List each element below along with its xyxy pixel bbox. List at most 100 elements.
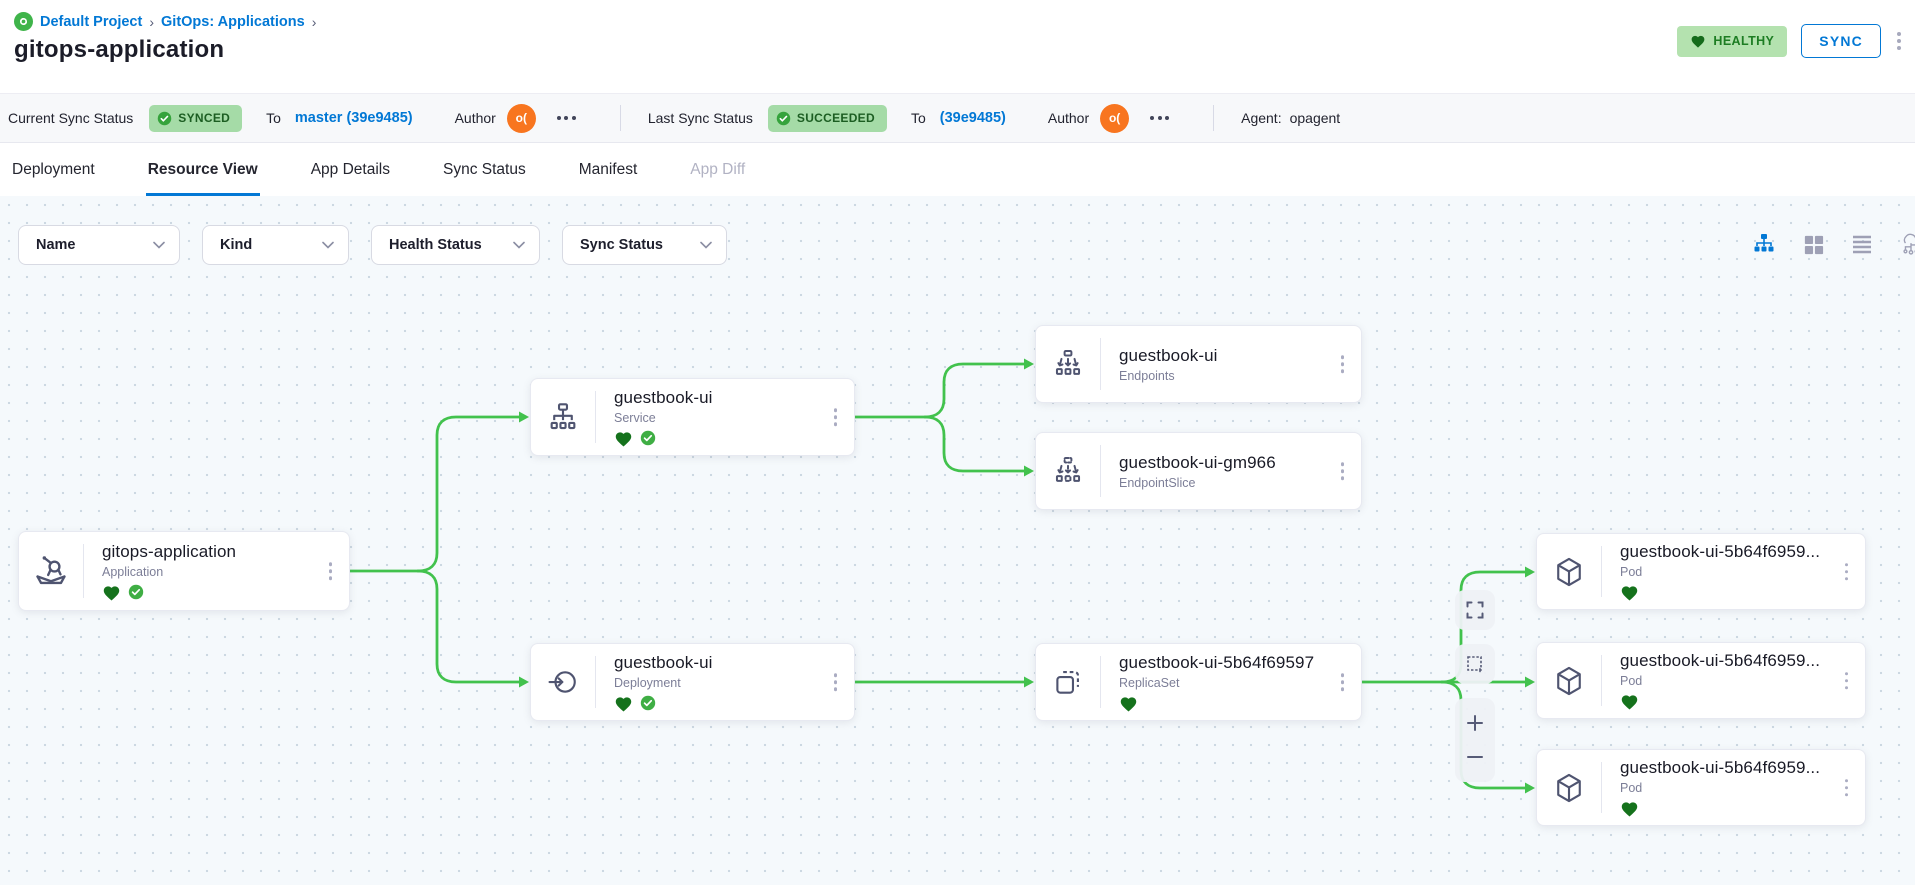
replicaset-icon bbox=[1036, 644, 1100, 720]
node-title: guestbook-ui bbox=[614, 653, 854, 673]
node-endpointslice[interactable]: guestbook-ui-gm966 EndpointSlice bbox=[1035, 432, 1362, 510]
node-kind: Service bbox=[614, 411, 854, 425]
node-kind: Pod bbox=[1620, 674, 1865, 688]
current-sync-label: Current Sync Status bbox=[8, 110, 133, 126]
filter-row: Name Kind Health Status Sync Status bbox=[18, 225, 727, 265]
sync-status-bar: Current Sync Status SYNCED To master (39… bbox=[0, 93, 1915, 143]
zoom-out-button[interactable] bbox=[1455, 740, 1495, 774]
to-label: To bbox=[911, 110, 926, 126]
last-target-revision-link[interactable]: (39e9485) bbox=[940, 110, 1006, 126]
succeeded-badge: SUCCEEDED bbox=[768, 105, 887, 132]
heart-icon bbox=[1690, 34, 1706, 48]
tree-view-icon[interactable] bbox=[1752, 232, 1776, 256]
tab-resource-view[interactable]: Resource View bbox=[146, 143, 260, 196]
breadcrumb-separator: › bbox=[312, 14, 317, 30]
sync-status-filter-dropdown[interactable]: Sync Status bbox=[562, 225, 727, 265]
agent-label: Agent: bbox=[1241, 110, 1281, 126]
node-title: guestbook-ui-gm966 bbox=[1119, 453, 1361, 473]
author-label: Author bbox=[455, 110, 496, 126]
endpointslice-icon bbox=[1036, 433, 1100, 509]
synced-check-icon bbox=[640, 695, 656, 711]
author-label: Author bbox=[1048, 110, 1089, 126]
chevron-down-icon bbox=[513, 241, 525, 249]
node-service[interactable]: guestbook-ui Service bbox=[530, 378, 855, 456]
network-view-icon[interactable] bbox=[1899, 232, 1915, 256]
healthy-heart-icon bbox=[614, 430, 633, 447]
node-menu-button[interactable] bbox=[1337, 458, 1349, 484]
page-title: gitops-application bbox=[14, 36, 224, 64]
zoom-in-button[interactable] bbox=[1455, 706, 1495, 740]
node-menu-button[interactable] bbox=[1337, 351, 1349, 377]
tab-bar: Deployment Resource View App Details Syn… bbox=[0, 143, 1915, 196]
chevron-down-icon bbox=[322, 241, 334, 249]
node-kind: EndpointSlice bbox=[1119, 476, 1361, 490]
resource-graph-canvas[interactable]: Name Kind Health Status Sync Status bbox=[0, 196, 1915, 885]
to-label: To bbox=[266, 110, 281, 126]
node-application[interactable]: gitops-application Application bbox=[18, 531, 350, 611]
health-badge-label: HEALTHY bbox=[1713, 34, 1774, 48]
synced-check-icon bbox=[128, 584, 144, 600]
synced-check-icon bbox=[640, 430, 656, 446]
fit-to-screen-button[interactable] bbox=[1455, 590, 1495, 630]
node-pod-3[interactable]: guestbook-ui-5b64f6959... Pod bbox=[1536, 749, 1866, 826]
pod-icon bbox=[1537, 643, 1601, 718]
gitops-logo-icon bbox=[14, 12, 33, 31]
check-circle-icon bbox=[776, 111, 791, 126]
tab-deployment[interactable]: Deployment bbox=[10, 143, 97, 196]
author-avatar: o( bbox=[507, 104, 536, 133]
header-more-menu-button[interactable] bbox=[1895, 28, 1903, 54]
synced-badge: SYNCED bbox=[149, 105, 242, 132]
node-title: guestbook-ui-5b64f6959... bbox=[1620, 651, 1865, 671]
healthy-heart-icon bbox=[1620, 800, 1639, 817]
kind-filter-dropdown[interactable]: Kind bbox=[202, 225, 349, 265]
selection-tool-button[interactable] bbox=[1455, 644, 1495, 684]
divider bbox=[1213, 105, 1214, 131]
node-menu-button[interactable] bbox=[325, 558, 337, 584]
page-header: Default Project › GitOps: Applications ›… bbox=[0, 0, 1915, 93]
node-menu-button[interactable] bbox=[1841, 559, 1853, 585]
node-kind: Pod bbox=[1620, 565, 1865, 579]
node-title: guestbook-ui bbox=[614, 388, 854, 408]
grid-view-icon[interactable] bbox=[1801, 232, 1825, 256]
pod-icon bbox=[1537, 750, 1601, 825]
node-menu-button[interactable] bbox=[830, 669, 842, 695]
healthy-heart-icon bbox=[1119, 695, 1138, 712]
divider bbox=[620, 105, 621, 131]
healthy-heart-icon bbox=[102, 584, 121, 601]
tab-app-diff[interactable]: App Diff bbox=[688, 143, 747, 196]
node-menu-button[interactable] bbox=[1337, 669, 1349, 695]
node-deployment[interactable]: guestbook-ui Deployment bbox=[530, 643, 855, 721]
healthy-heart-icon bbox=[1620, 584, 1639, 601]
node-kind: Deployment bbox=[614, 676, 854, 690]
list-view-icon[interactable] bbox=[1850, 232, 1874, 256]
node-replicaset[interactable]: guestbook-ui-5b64f69597 ReplicaSet bbox=[1035, 643, 1362, 721]
last-sync-label: Last Sync Status bbox=[648, 110, 753, 126]
healthy-heart-icon bbox=[1620, 693, 1639, 710]
node-menu-button[interactable] bbox=[1841, 775, 1853, 801]
breadcrumb: Default Project › GitOps: Applications › bbox=[14, 12, 316, 31]
name-filter-dropdown[interactable]: Name bbox=[18, 225, 180, 265]
sync-button[interactable]: SYNC bbox=[1801, 24, 1881, 58]
node-pod-1[interactable]: guestbook-ui-5b64f6959... Pod bbox=[1536, 533, 1866, 610]
node-title: guestbook-ui bbox=[1119, 346, 1361, 366]
tab-sync-status[interactable]: Sync Status bbox=[441, 143, 528, 196]
node-kind: Application bbox=[102, 565, 349, 579]
chevron-down-icon bbox=[153, 241, 165, 249]
zoom-group bbox=[1455, 698, 1495, 782]
breadcrumb-separator: › bbox=[149, 14, 154, 30]
tab-app-details[interactable]: App Details bbox=[309, 143, 392, 196]
view-toggles bbox=[1752, 232, 1915, 256]
current-sync-more-button[interactable] bbox=[553, 112, 580, 124]
breadcrumb-section-link[interactable]: GitOps: Applications bbox=[161, 14, 305, 30]
node-endpoints[interactable]: guestbook-ui Endpoints bbox=[1035, 325, 1362, 403]
node-pod-2[interactable]: guestbook-ui-5b64f6959... Pod bbox=[1536, 642, 1866, 719]
health-status-filter-dropdown[interactable]: Health Status bbox=[371, 225, 540, 265]
node-kind: Endpoints bbox=[1119, 369, 1361, 383]
node-menu-button[interactable] bbox=[1841, 668, 1853, 694]
current-target-revision-link[interactable]: master (39e9485) bbox=[295, 110, 413, 126]
tab-manifest[interactable]: Manifest bbox=[577, 143, 640, 196]
healthy-heart-icon bbox=[614, 695, 633, 712]
node-menu-button[interactable] bbox=[830, 404, 842, 430]
breadcrumb-project-link[interactable]: Default Project bbox=[40, 14, 142, 30]
last-sync-more-button[interactable] bbox=[1146, 112, 1173, 124]
